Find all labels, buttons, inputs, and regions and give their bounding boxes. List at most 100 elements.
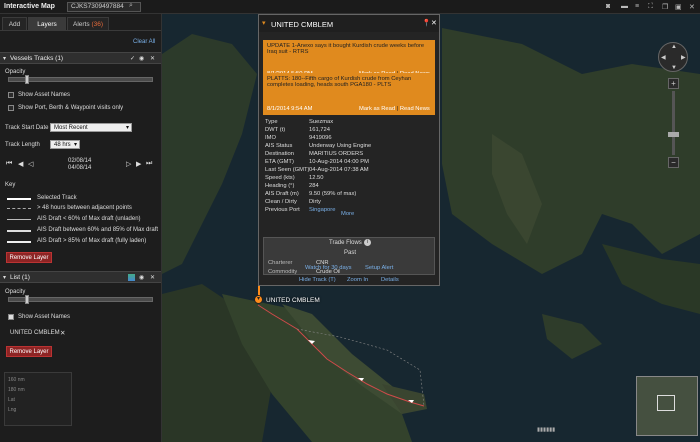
- detail-value: 9419096: [309, 135, 332, 141]
- pin-icon[interactable]: 📍: [422, 19, 431, 27]
- news-headline[interactable]: UPDATE 1-Anexo says it bought Kurdish cr…: [267, 43, 431, 55]
- remove-asset-icon[interactable]: ✕: [60, 329, 65, 337]
- list-icon[interactable]: ≡: [635, 3, 639, 10]
- track-length-value: 48 hrs: [54, 142, 71, 148]
- remove-layer-button[interactable]: Remove Layer: [6, 252, 52, 263]
- more-link[interactable]: More: [341, 211, 354, 217]
- track-start-label: Track Start Date: [5, 125, 49, 131]
- details-link[interactable]: Details: [381, 277, 399, 283]
- news-item[interactable]: PLATTS: 180--Fifth cargo of Kurdish crud…: [263, 73, 435, 115]
- detail-value: 161,724: [309, 127, 330, 133]
- mark-as-read-link[interactable]: Mark as Read: [359, 106, 395, 112]
- list-title: List (1): [10, 274, 30, 281]
- minimize-icon[interactable]: ▬: [621, 3, 628, 10]
- list-header[interactable]: ▾ List (1) ◉ ✕: [0, 271, 161, 283]
- track-start-select[interactable]: Most Recent ▾: [50, 123, 132, 132]
- section-close-icon[interactable]: ✕: [150, 55, 155, 62]
- opacity-label: Opacity: [5, 289, 26, 295]
- zoom-slider[interactable]: [672, 91, 675, 155]
- detail-key: IMO: [265, 135, 276, 141]
- pin-icon[interactable]: ✓: [130, 55, 135, 62]
- key-item: AIS Draft between 60% and 85% of Max dra…: [37, 227, 159, 233]
- vessels-tracks-title: Vessels Tracks (1): [10, 55, 64, 62]
- pan-right-icon[interactable]: ▶: [681, 54, 686, 61]
- popup-header: ▾ UNITED CMBLEM 📍 ✕: [259, 15, 439, 32]
- popup-close-icon[interactable]: ✕: [431, 19, 437, 27]
- close-icon[interactable]: ✕: [689, 3, 695, 11]
- setup-alert-link[interactable]: Setup Alert: [365, 265, 393, 271]
- zoom-in-button[interactable]: +: [668, 78, 679, 89]
- list-opacity-thumb[interactable]: [24, 295, 29, 304]
- vessels-tracks-header[interactable]: ▾ Vessels Tracks (1) ✓ ◉ ✕: [0, 52, 161, 64]
- track-start-value: Most Recent: [54, 125, 88, 131]
- detail-value: MARITIUS ORDERS: [309, 151, 364, 157]
- list-asset-item[interactable]: UNITED CMBLEM: [10, 330, 60, 336]
- camera-icon[interactable]: ◙: [606, 3, 610, 10]
- search-icon[interactable]: ⌕: [129, 2, 133, 10]
- key-item: AIS Draft > 85% of Max draft (fully lade…: [37, 238, 147, 244]
- news-headline[interactable]: PLATTS: 180--Fifth cargo of Kurdish crud…: [267, 76, 431, 88]
- detail-key: Type: [265, 119, 278, 125]
- key-item: > 48 hours between adjacent points: [37, 205, 132, 211]
- skip-forward-icon[interactable]: ⏭: [146, 160, 152, 168]
- vessel-map-label: UNITED CMBLEM: [266, 297, 320, 304]
- list-show-asset-names-label: Show Asset Names: [18, 314, 71, 320]
- tab-alerts[interactable]: Alerts (36): [67, 17, 109, 30]
- vessels-opacity-thumb[interactable]: [24, 75, 29, 84]
- watch-link[interactable]: Watch for 30 days: [305, 265, 352, 271]
- trade-flows-past: Past: [344, 250, 357, 256]
- hide-track-link[interactable]: Hide Track (T): [299, 277, 336, 283]
- detail-key: Last Seen (GMT): [265, 167, 310, 173]
- key-item: AIS Draft < 60% of Max draft (unladen): [37, 216, 141, 222]
- readout-value: 160 nm: [8, 377, 25, 383]
- detail-value: 10-Aug-2014 04:00 PM: [309, 159, 369, 165]
- tab-add[interactable]: Add: [2, 17, 27, 30]
- list-show-asset-names-checkbox[interactable]: [8, 314, 14, 320]
- pan-down-icon[interactable]: ▼: [671, 65, 677, 71]
- key-label: Key: [5, 182, 16, 188]
- minimap-viewport[interactable]: [657, 395, 675, 411]
- pan-up-icon[interactable]: ▲: [671, 44, 677, 50]
- pan-left-icon[interactable]: ◀: [661, 54, 666, 61]
- key-selected-line: [7, 198, 31, 200]
- detail-key: AIS Draft (m): [265, 191, 299, 197]
- visibility-icon[interactable]: ◉: [139, 55, 144, 62]
- fullscreen-icon[interactable]: ⛶: [648, 3, 653, 11]
- zoom-out-button[interactable]: −: [668, 157, 679, 168]
- overview-minimap[interactable]: [636, 376, 698, 436]
- show-port-checkbox[interactable]: [8, 105, 14, 111]
- vessels-opacity-slider[interactable]: [8, 77, 153, 82]
- show-asset-names-checkbox[interactable]: [8, 92, 14, 98]
- track-length-select[interactable]: 48 hrs ▾: [50, 140, 80, 149]
- play-forward-icon[interactable]: ▷: [126, 160, 131, 168]
- window-icon[interactable]: ▣: [675, 3, 682, 11]
- vessel-marker-icon[interactable]: ▾: [254, 295, 263, 304]
- skip-back-icon[interactable]: ⏮: [6, 160, 12, 168]
- map-scale-text: ▮▮▮▮▮▮: [537, 427, 556, 433]
- step-back-icon[interactable]: ◀: [18, 160, 23, 168]
- detail-value[interactable]: Singapore: [309, 207, 335, 213]
- info-icon[interactable]: i: [364, 239, 371, 246]
- visibility-icon[interactable]: ◉: [139, 274, 144, 281]
- play-back-icon[interactable]: ◁: [28, 160, 33, 168]
- color-swatch-icon[interactable]: [128, 274, 135, 281]
- section-close-icon[interactable]: ✕: [150, 274, 155, 281]
- read-news-link[interactable]: Read News: [400, 106, 430, 112]
- clear-all-link[interactable]: Clear All: [133, 39, 155, 45]
- chevron-down-icon: ▾: [125, 125, 129, 131]
- list-remove-layer-button[interactable]: Remove Layer: [6, 346, 52, 357]
- collapse-icon[interactable]: ▾: [3, 55, 6, 62]
- show-asset-names-label: Show Asset Names: [18, 92, 71, 98]
- zoom-in-link[interactable]: Zoom In: [347, 277, 368, 283]
- tab-layers[interactable]: Layers: [28, 17, 66, 30]
- restore-icon[interactable]: ❐: [662, 3, 668, 11]
- detail-value: Dirty: [309, 199, 321, 205]
- collapse-icon[interactable]: ▾: [3, 274, 6, 281]
- detail-key: ETA (GMT): [265, 159, 294, 165]
- popup-title: UNITED CMBLEM: [271, 20, 334, 29]
- pan-control[interactable]: ▲ ▼ ◀ ▶: [658, 42, 688, 72]
- zoom-slider-thumb[interactable]: [668, 132, 679, 137]
- list-opacity-slider[interactable]: [8, 297, 153, 302]
- detail-key: Destination: [265, 151, 295, 157]
- step-forward-icon[interactable]: ▶: [136, 160, 141, 168]
